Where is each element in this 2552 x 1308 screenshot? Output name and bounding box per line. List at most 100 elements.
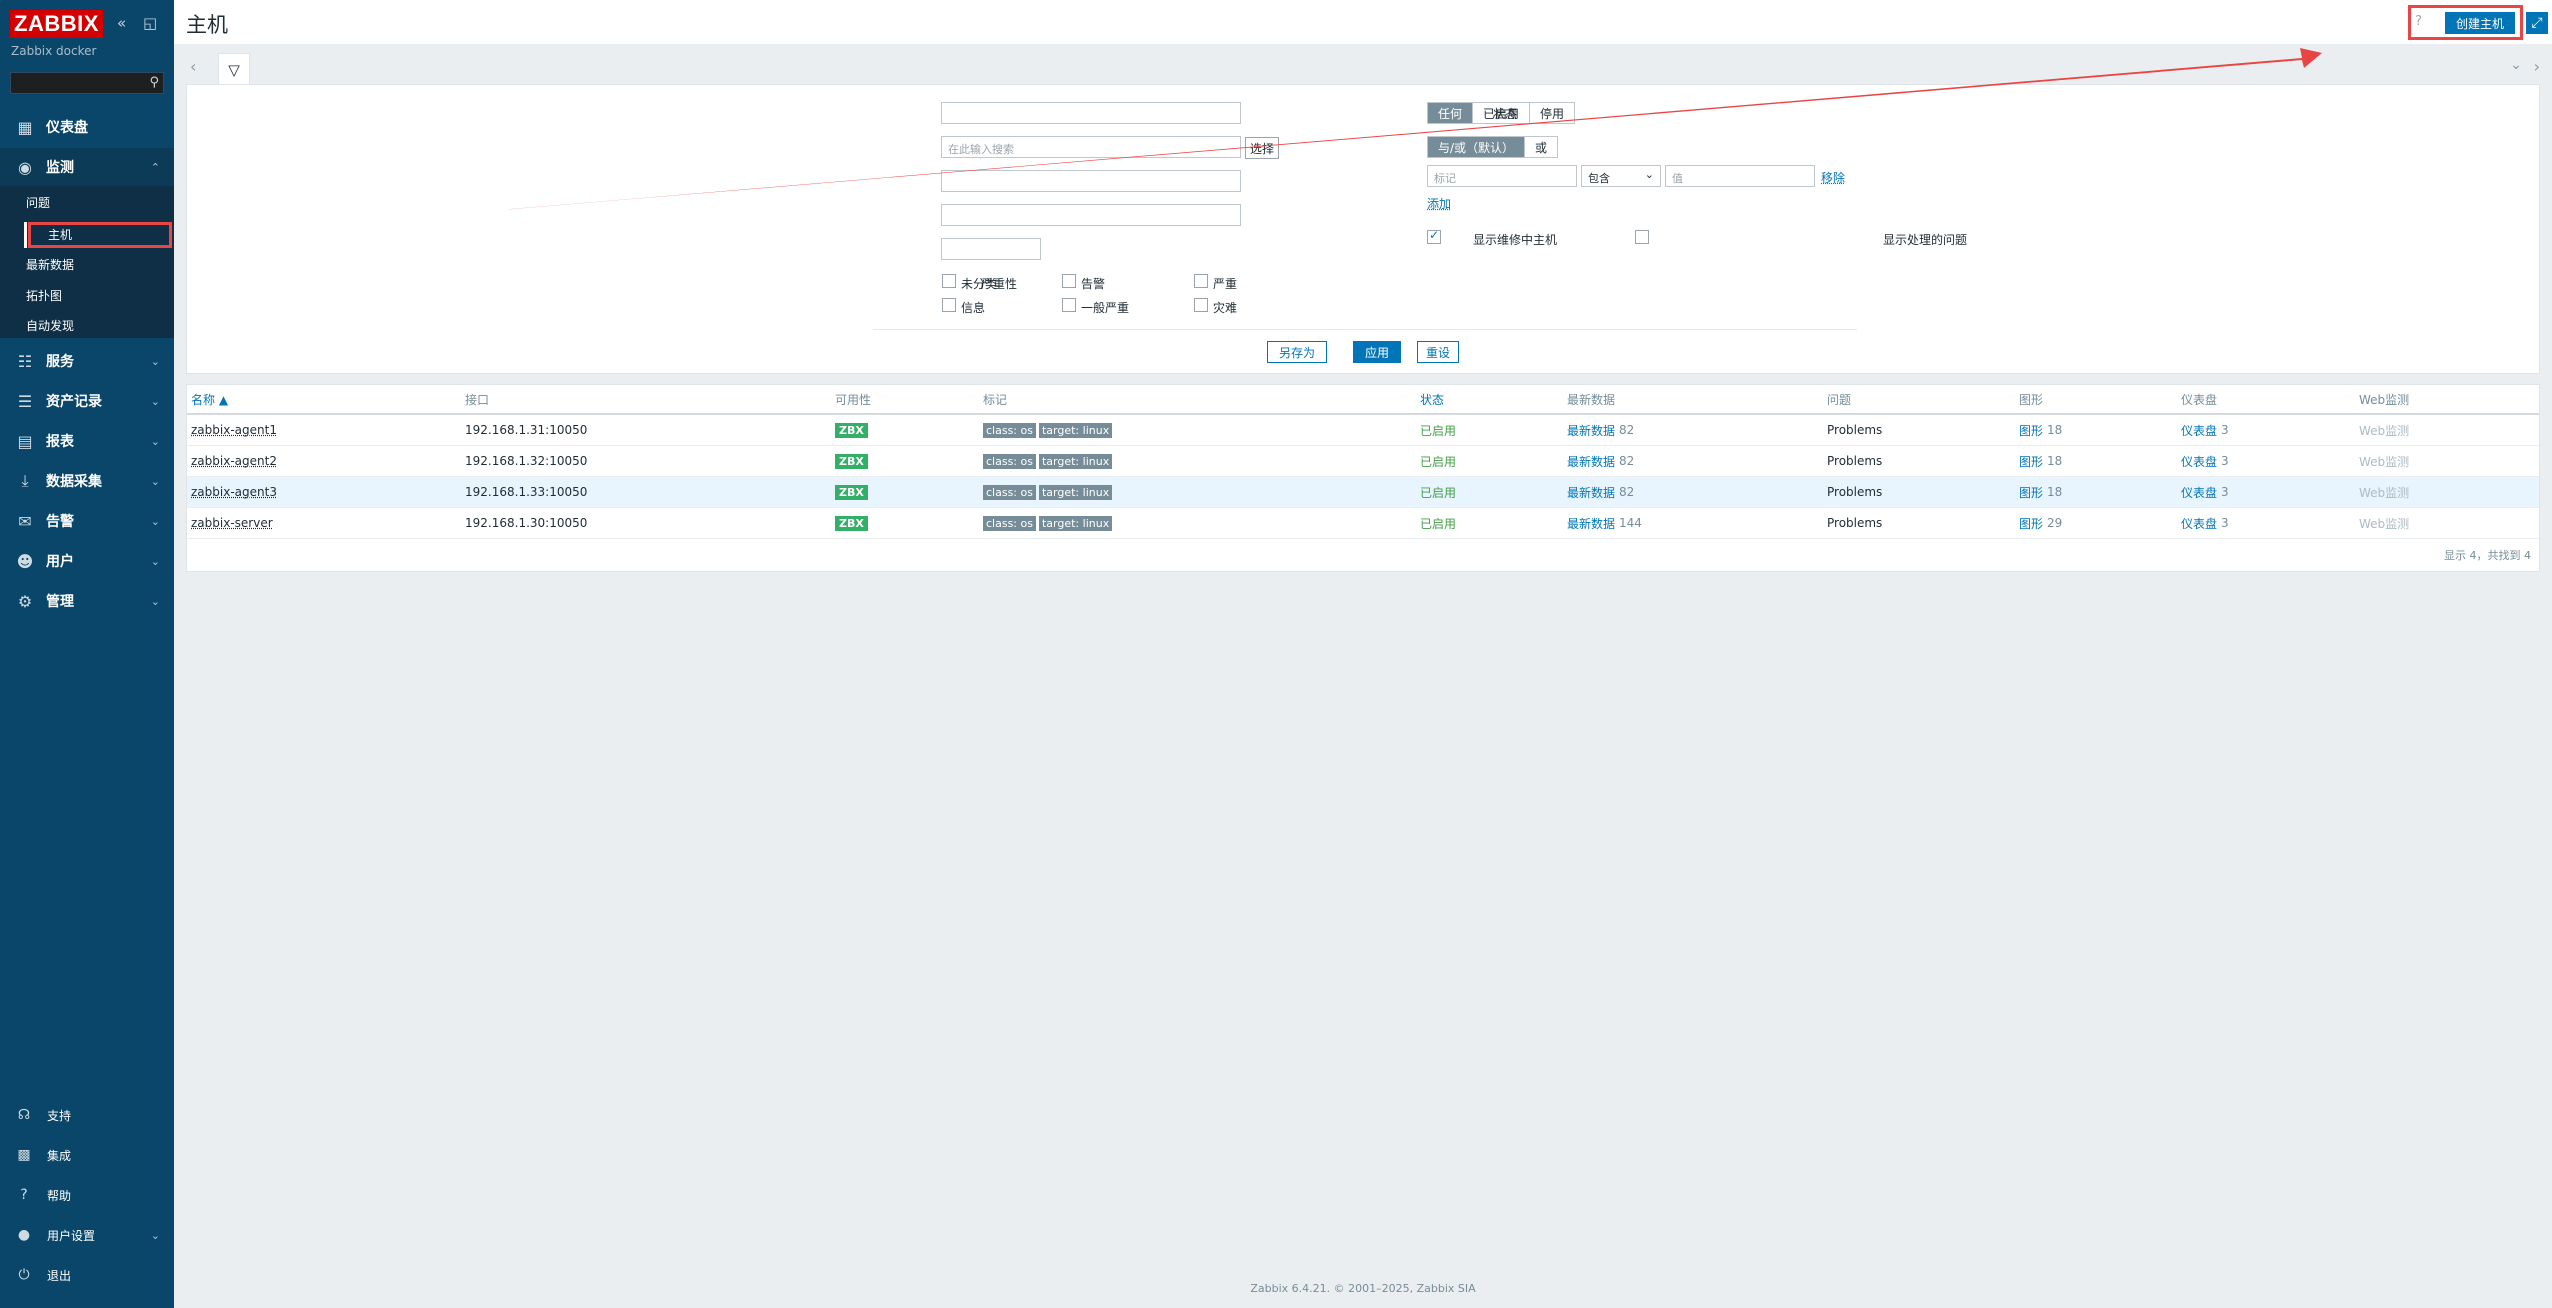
collapse-sidebar-icon[interactable]: « <box>117 14 126 32</box>
status-disabled[interactable]: 停用 <box>1530 103 1574 123</box>
remove-tag-link[interactable]: 移除 <box>1821 169 1845 186</box>
graphs-link[interactable]: 图形 <box>2019 422 2043 439</box>
tag-badge[interactable]: target: linux <box>1038 484 1113 500</box>
tag-badge[interactable]: class: os <box>983 422 1036 438</box>
save-as-button[interactable]: 另存为 <box>1267 341 1327 363</box>
severity-checkbox[interactable] <box>1194 298 1208 312</box>
latest-data-link[interactable]: 最新数据 <box>1567 484 1615 501</box>
table-row: zabbix-server 192.168.1.30:10050 ZBX class:… <box>187 508 2539 539</box>
nav-services[interactable]: ☷ 服务 ⌄ <box>0 342 174 380</box>
nav-data-collection[interactable]: ⤓ 数据采集 ⌄ <box>0 462 174 500</box>
host-group-input[interactable]: 在此输入搜索 <box>941 136 1241 158</box>
severity-checkbox[interactable] <box>942 298 956 312</box>
nav-alerts[interactable]: ✉ 告警 ⌄ <box>0 502 174 540</box>
status-enabled-link[interactable]: 已启用 <box>1420 477 1456 507</box>
nav-reports[interactable]: ▤ 报表 ⌄ <box>0 422 174 460</box>
tag-badge[interactable]: class: os <box>983 484 1036 500</box>
nav-label: 用户设置 <box>47 1228 96 1243</box>
nav-dashboard[interactable]: ▦ 仪表盘 <box>0 108 174 146</box>
graphs-link[interactable]: 图形 <box>2019 484 2043 501</box>
latest-data-link[interactable]: 最新数据 <box>1567 422 1615 439</box>
chevron-down-icon[interactable]: ⌄ <box>2510 57 2522 73</box>
filter-panel: 名称 主机群组 在此输入搜索 选择 IP地址 DNS 端口 严重性 未分类 告警… <box>186 84 2540 374</box>
graphs-link[interactable]: 图形 <box>2019 515 2043 532</box>
nav-monitoring[interactable]: ◉ 监测 ⌃ <box>0 148 174 186</box>
host-name-link[interactable]: zabbix-server <box>191 516 273 530</box>
host-name-link[interactable]: zabbix-agent1 <box>191 423 277 437</box>
availability-badge[interactable]: ZBX <box>835 422 868 438</box>
problems-link[interactable]: Problems <box>1827 477 1882 507</box>
nav-support[interactable]: ☊ 支持 <box>0 1100 174 1130</box>
problems-link[interactable]: Problems <box>1827 446 1882 476</box>
nav-inventory[interactable]: ☰ 资产记录 ⌄ <box>0 382 174 420</box>
name-input[interactable] <box>941 102 1241 124</box>
severity-checkbox[interactable] <box>1062 274 1076 288</box>
status-enabled-link[interactable]: 已启用 <box>1420 446 1456 476</box>
severity-checkbox[interactable] <box>1194 274 1208 288</box>
host-name-link[interactable]: zabbix-agent2 <box>191 454 277 468</box>
dns-input[interactable] <box>941 204 1241 226</box>
status-enabled-link[interactable]: 已启用 <box>1420 508 1456 538</box>
nav-user-settings[interactable]: ● 用户设置 ⌄ <box>0 1220 174 1250</box>
submenu-latest-data[interactable]: 最新数据 <box>26 252 74 276</box>
filter-tab[interactable]: ▽ <box>218 53 250 85</box>
availability-badge[interactable]: ZBX <box>835 453 868 469</box>
fullscreen-icon[interactable]: ⤢ <box>2526 12 2548 34</box>
problems-link[interactable]: Problems <box>1827 508 1882 538</box>
tag-value-input[interactable]: 值 <box>1665 165 1815 187</box>
column-header-name[interactable]: 名称 ▲ <box>191 385 228 413</box>
port-input[interactable] <box>941 238 1041 260</box>
latest-data-link[interactable]: 最新数据 <box>1567 515 1615 532</box>
tag-name-input[interactable]: 标记 <box>1427 165 1577 187</box>
column-header-status[interactable]: 状态 <box>1420 385 1444 413</box>
status-enabled[interactable]: 已启用 <box>1473 103 1531 123</box>
dashboards-link[interactable]: 仪表盘 <box>2181 484 2217 501</box>
nav-administration[interactable]: ⚙ 管理 ⌄ <box>0 582 174 620</box>
ip-input[interactable] <box>941 170 1241 192</box>
tag-badge[interactable]: class: os <box>983 453 1036 469</box>
maintenance-checkbox[interactable] <box>1427 228 1441 244</box>
host-name-link[interactable]: zabbix-agent3 <box>191 485 277 499</box>
tag-badge[interactable]: target: linux <box>1038 422 1113 438</box>
graphs-link[interactable]: 图形 <box>2019 453 2043 470</box>
search-input[interactable]: ⚲ <box>10 72 164 94</box>
problems-link[interactable]: Problems <box>1827 415 1882 445</box>
tags-or[interactable]: 或 <box>1525 137 1557 157</box>
chevron-right-icon[interactable]: › <box>2534 57 2540 76</box>
chevron-down-icon: ⌄ <box>150 514 160 528</box>
nav-sign-out[interactable]: ⏻ 退出 <box>0 1260 174 1290</box>
nav-integrations[interactable]: ▩ 集成 <box>0 1140 174 1170</box>
dashboards-link[interactable]: 仪表盘 <box>2181 422 2217 439</box>
add-tag-link[interactable]: 添加 <box>1427 195 1451 212</box>
tag-operator-select[interactable]: 包含 ⌄ <box>1581 165 1661 187</box>
reset-button[interactable]: 重设 <box>1417 341 1459 363</box>
severity-checkbox[interactable] <box>942 274 956 288</box>
suppressed-checkbox[interactable] <box>1635 230 1649 244</box>
nav-users[interactable]: ☻ 用户 ⌄ <box>0 542 174 580</box>
table-row: zabbix-agent2 192.168.1.32:10050 ZBX class:… <box>187 446 2539 477</box>
tag-badge[interactable]: target: linux <box>1038 515 1113 531</box>
apply-button[interactable]: 应用 <box>1353 341 1401 363</box>
dashboards-count: 3 <box>2221 423 2229 437</box>
dashboards-link[interactable]: 仪表盘 <box>2181 515 2217 532</box>
availability-badge[interactable]: ZBX <box>835 515 868 531</box>
select-button[interactable]: 选择 <box>1245 137 1279 159</box>
severity-checkbox[interactable] <box>1062 298 1076 312</box>
submenu-maps[interactable]: 拓扑图 <box>26 283 62 307</box>
nav-help[interactable]: ? 帮助 <box>0 1180 174 1210</box>
dashboards-link[interactable]: 仪表盘 <box>2181 453 2217 470</box>
availability-badge[interactable]: ZBX <box>835 484 868 500</box>
tag-badge[interactable]: target: linux <box>1038 453 1113 469</box>
latest-data-link[interactable]: 最新数据 <box>1567 453 1615 470</box>
integrations-icon: ▩ <box>17 1147 31 1163</box>
chevron-left-icon[interactable]: ‹ <box>190 57 196 76</box>
status-any[interactable]: 任何 <box>1428 103 1474 123</box>
submenu-problems[interactable]: 问题 <box>26 190 50 214</box>
submenu-discovery[interactable]: 自动发现 <box>26 313 74 337</box>
status-enabled-link[interactable]: 已启用 <box>1420 415 1456 445</box>
search-icon[interactable]: ⚲ <box>149 75 159 90</box>
zabbix-logo[interactable]: ZABBIX <box>10 10 103 38</box>
tags-and-or[interactable]: 与/或（默认） <box>1428 137 1526 157</box>
tag-badge[interactable]: class: os <box>983 515 1036 531</box>
kiosk-mode-icon[interactable]: ◱ <box>143 14 157 32</box>
